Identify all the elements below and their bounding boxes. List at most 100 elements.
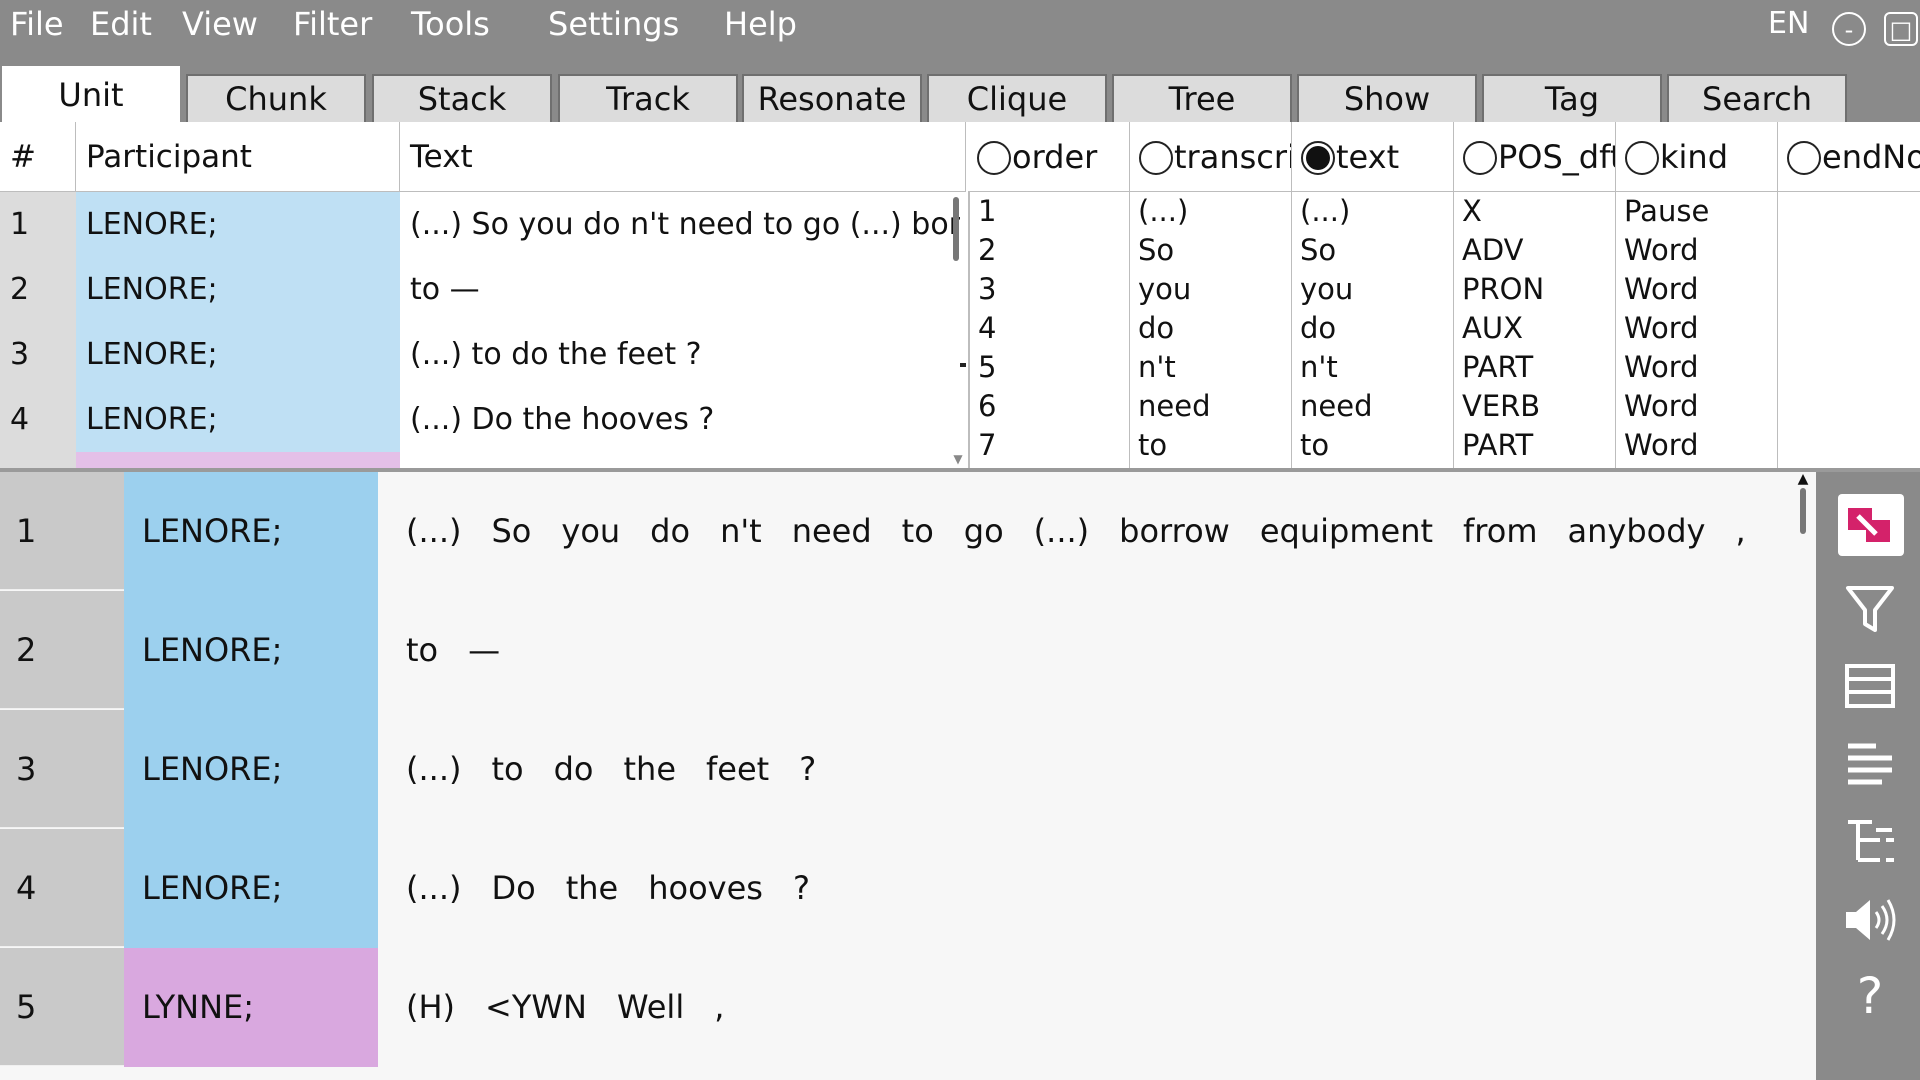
token-cell[interactable]: Word [1616,426,1777,465]
token-cell[interactable]: (...) [1130,192,1291,231]
token-cell[interactable]: Word [1616,348,1777,387]
tree-icon[interactable] [1842,814,1898,870]
unit-row[interactable]: 4 LENORE; (...) Do the hooves ? [0,387,960,452]
detail-row[interactable]: 4 LENORE; (...) Do the hooves? [0,829,1816,948]
menu-help[interactable]: Help [724,4,797,44]
radio-pos[interactable] [1463,141,1497,175]
token-cell[interactable]: 4 [970,309,1129,348]
token-header-kind[interactable]: kind [1616,122,1778,192]
align-left-icon[interactable] [1842,736,1898,792]
token-word[interactable]: need [792,512,872,550]
token-word[interactable]: hooves [648,869,763,907]
token-word[interactable]: do [554,750,594,788]
radio-kind[interactable] [1625,141,1659,175]
menu-file[interactable]: File [10,4,64,44]
token-word[interactable]: , [714,988,724,1026]
maximize-button[interactable]: □ [1884,12,1918,46]
table-icon[interactable] [1842,658,1898,714]
token-cell[interactable]: 2 [970,231,1129,270]
tab-search[interactable]: Search [1667,74,1847,122]
token-header-order[interactable]: order [968,122,1130,192]
token-header-text[interactable]: text [1292,122,1454,192]
menu-tools[interactable]: Tools [411,4,490,44]
token-word[interactable]: ? [793,869,810,907]
token-cell[interactable]: 1 [970,192,1129,231]
help-icon[interactable]: ? [1842,968,1898,1024]
token-cell[interactable]: (...) [1292,192,1453,231]
token-cell[interactable]: Word [1616,387,1777,426]
token-cell[interactable]: VERB [1454,387,1615,426]
menu-filter[interactable]: Filter [293,4,372,44]
tab-tree[interactable]: Tree [1112,74,1292,122]
radio-endno[interactable] [1787,141,1821,175]
token-cell[interactable]: So [1292,231,1453,270]
header-number[interactable]: # [0,122,76,192]
tab-track[interactable]: Track [558,74,738,122]
token-cell[interactable]: to [1292,426,1453,465]
token-word[interactable]: to [902,512,934,550]
token-cell[interactable]: Word [1616,231,1777,270]
detail-row[interactable]: 1 LENORE; (...) So you do n't need to go (...) bo… [0,472,1816,591]
scrollbar-thumb[interactable] [953,197,959,261]
token-header-pos[interactable]: POS_dft [1454,122,1616,192]
token-word[interactable]: from [1463,512,1537,550]
token-cell[interactable]: So [1130,231,1291,270]
token-cell[interactable]: Pause [1616,192,1777,231]
detail-row[interactable]: 5 LYNNE; (H) <YWN Well, [0,948,1816,1067]
token-cell[interactable]: PRON [1454,270,1615,309]
token-word[interactable]: <YWN [485,988,587,1026]
tab-unit[interactable]: Unit [2,66,180,124]
tab-chunk[interactable]: Chunk [186,74,366,122]
token-cell[interactable]: X [1454,192,1615,231]
scroll-down-arrow-icon[interactable]: ▼ [950,452,966,466]
token-header-endno[interactable]: endNo [1778,122,1920,192]
token-cell[interactable]: need [1130,387,1291,426]
filter-icon[interactable] [1842,580,1898,636]
token-word[interactable]: (...) [1034,512,1089,550]
token-cell[interactable]: n't [1130,348,1291,387]
token-word[interactable]: do [650,512,690,550]
token-cell[interactable]: AUX [1454,309,1615,348]
token-word[interactable]: n't [720,512,762,550]
token-word[interactable]: the [624,750,677,788]
detail-scrollbar[interactable]: ▲ [1796,472,1810,552]
token-cell[interactable]: need [1292,387,1453,426]
token-cell[interactable]: Word [1616,309,1777,348]
token-word[interactable]: the [566,869,619,907]
token-word[interactable]: you [561,512,620,550]
token-cell[interactable]: 6 [970,387,1129,426]
header-text[interactable]: Text [400,122,966,192]
minimize-button[interactable]: - [1832,12,1866,46]
token-word[interactable]: (...) [406,750,461,788]
token-cell[interactable]: ADV [1454,231,1615,270]
header-participant[interactable]: Participant [76,122,400,192]
menu-edit[interactable]: Edit [90,4,152,44]
token-word[interactable]: to [406,631,438,669]
token-cell[interactable]: PART [1454,426,1615,465]
detail-row[interactable]: 3 LENORE; (...) to do the feet? [0,710,1816,829]
token-word[interactable]: So [491,512,531,550]
token-cell[interactable]: PART [1454,348,1615,387]
token-word[interactable]: anybody [1567,512,1705,550]
token-cell[interactable]: do [1130,309,1291,348]
token-cell[interactable]: you [1292,270,1453,309]
token-word[interactable]: to [491,750,523,788]
tab-show[interactable]: Show [1297,74,1477,122]
token-word[interactable]: go [964,512,1004,550]
token-word[interactable]: Well [617,988,684,1026]
radio-order[interactable] [977,141,1011,175]
unit-row[interactable]: 2 LENORE; to — [0,257,960,322]
token-word[interactable]: (...) [406,512,461,550]
token-cell[interactable]: you [1130,270,1291,309]
token-word[interactable]: (H) [406,988,455,1026]
radio-transcript[interactable] [1139,141,1173,175]
detail-row[interactable]: 2 LENORE; to — [0,591,1816,710]
token-word[interactable]: Do [491,869,535,907]
token-word[interactable]: — [468,631,500,669]
token-cell[interactable]: 5 [970,348,1129,387]
tab-resonate[interactable]: Resonate [742,74,922,122]
menu-view[interactable]: View [182,4,258,44]
token-word[interactable]: (...) [406,869,461,907]
token-word[interactable]: , [1735,512,1745,550]
token-cell[interactable]: do [1292,309,1453,348]
